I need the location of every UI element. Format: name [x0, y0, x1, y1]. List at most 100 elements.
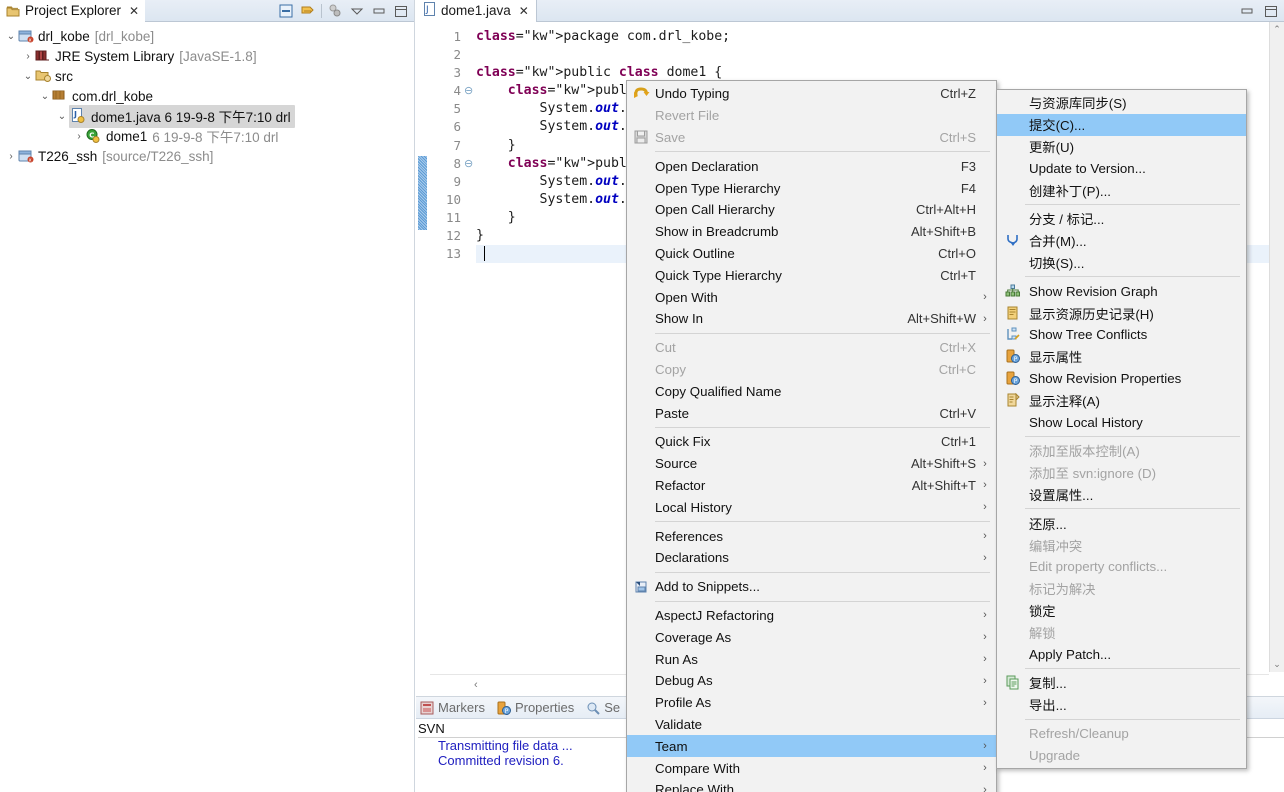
expand-arrow-down-icon[interactable]: ⌄ — [38, 91, 52, 102]
team-item-a[interactable]: 显示注释(A) — [997, 389, 1246, 411]
tab-properties[interactable]: P Properties — [497, 700, 574, 715]
menu-item-accelerator: Ctrl+X — [939, 340, 976, 356]
menu-item-accelerator: Ctrl+V — [939, 405, 976, 421]
menu-item-open-call-hierarchy[interactable]: Open Call Hierarchy Ctrl+Alt+H — [627, 199, 996, 221]
maximize-icon[interactable] — [392, 2, 410, 20]
menu-item-validate[interactable]: Validate — [627, 714, 996, 736]
menu-item-debug-as[interactable]: Debug As › — [627, 670, 996, 692]
menu-item-refactor[interactable]: Refactor Alt+Shift+T › — [627, 475, 996, 497]
menu-item-declarations[interactable]: Declarations › — [627, 547, 996, 569]
tab-markers[interactable]: Markers — [420, 700, 485, 715]
team-item-h[interactable]: 显示资源历史记录(H) — [997, 302, 1246, 324]
menu-item-local-history[interactable]: Local History › — [627, 496, 996, 518]
fold-toggle-icon[interactable]: ⊖ — [464, 155, 476, 173]
java-file-icon: J — [71, 107, 87, 124]
menu-item-run-as[interactable]: Run As › — [627, 648, 996, 670]
menu-item-undo-typing[interactable]: Undo Typing Ctrl+Z — [627, 83, 996, 105]
menu-item-label: Add to Snippets... — [655, 579, 760, 595]
menu-item-coverage-as[interactable]: Coverage As › — [627, 626, 996, 648]
menu-item-compare-with[interactable]: Compare With › — [627, 757, 996, 779]
expand-arrow-right-icon[interactable]: › — [4, 151, 18, 162]
view-menu-icon[interactable] — [348, 2, 366, 20]
menu-item-open-declaration[interactable]: Open Declaration F3 — [627, 155, 996, 177]
team-item-item-e91i[interactable]: 还原... — [997, 512, 1246, 534]
fold-column[interactable]: ⊖ ⊖ — [464, 22, 476, 672]
tab-dome1-java[interactable]: J dome1.java ✕ — [416, 0, 537, 22]
menu-item-copy-qualified-name[interactable]: Copy Qualified Name — [627, 380, 996, 402]
fold-empty — [464, 100, 476, 118]
menu-item-open-type-hierarchy[interactable]: Open Type Hierarchy F4 — [627, 177, 996, 199]
scroll-up-icon[interactable]: ⌃ — [1270, 22, 1284, 37]
menu-item-quick-outline[interactable]: Quick Outline Ctrl+O — [627, 243, 996, 265]
team-item-show-tree-conflicts[interactable]: Show Tree Conflicts — [997, 324, 1246, 346]
menu-item-label: 添加至版本控制(A) — [1029, 444, 1140, 460]
menu-item-quick-fix[interactable]: Quick Fix Ctrl+1 — [627, 431, 996, 453]
menu-item-label: Undo Typing — [655, 86, 730, 102]
scroll-left-icon[interactable]: ‹ — [474, 679, 478, 691]
tree-item-src[interactable]: ⌄ src — [0, 66, 414, 86]
team-item-m[interactable]: 合并(M)... — [997, 230, 1246, 252]
menu-item-show-in-breadcrumb[interactable]: Show in Breadcrumb Alt+Shift+B — [627, 221, 996, 243]
package-icon — [52, 88, 68, 104]
team-item-show-revision-graph[interactable]: Show Revision Graph — [997, 280, 1246, 302]
team-item-item-6sph[interactable]: 分支 / 标记... — [997, 208, 1246, 230]
team-item-show-revision-properties[interactable]: P Show Revision Properties — [997, 368, 1246, 390]
menu-item-label: 合并(M)... — [1029, 234, 1087, 250]
menu-item-paste[interactable]: Paste Ctrl+V — [627, 402, 996, 424]
tree-item-com.drl_kobe[interactable]: ⌄ com.drl_kobe — [0, 86, 414, 106]
menu-item-label: Profile As — [655, 695, 712, 711]
tab-project-explorer[interactable]: Project Explorer ✕ — [0, 0, 146, 22]
tree-item-t226_ssh[interactable]: › x T226_ssh [source/T226_ssh] — [0, 146, 414, 166]
team-item-item-slyq[interactable]: 导出... — [997, 694, 1246, 716]
expand-arrow-down-icon[interactable]: ⌄ — [21, 71, 35, 82]
team-item-s[interactable]: 与资源库同步(S) — [997, 92, 1246, 114]
tree-item-jre[interactable]: › JRE System Library [JavaSE-1.8] — [0, 46, 414, 66]
menu-item-open-with[interactable]: Open With › — [627, 286, 996, 308]
view-menu-filters-icon[interactable] — [326, 2, 344, 20]
editor-context-menu[interactable]: Undo Typing Ctrl+Z Revert File Save Ctrl+S Op… — [626, 80, 997, 792]
team-submenu[interactable]: 与资源库同步(S) 提交(C)... 更新(U) Update to Version.… — [996, 89, 1247, 770]
team-item-s[interactable]: 切换(S)... — [997, 252, 1246, 274]
team-item-show-local-history[interactable]: Show Local History — [997, 411, 1246, 433]
expand-arrow-right-icon[interactable]: › — [21, 51, 35, 62]
team-item-c[interactable]: 提交(C)... — [997, 113, 1246, 136]
expand-arrow-down-icon[interactable]: ⌄ — [55, 111, 69, 122]
team-item-apply-patch[interactable]: Apply Patch... — [997, 643, 1246, 665]
tree-item-content: src — [35, 68, 73, 84]
menu-item-references[interactable]: References › — [627, 525, 996, 547]
expand-arrow-right-icon[interactable]: › — [72, 131, 86, 142]
menu-item-quick-type-hierarchy[interactable]: Quick Type Hierarchy Ctrl+T — [627, 264, 996, 286]
menu-item-replace-with[interactable]: Replace With › — [627, 779, 996, 792]
menu-item-profile-as[interactable]: Profile As › — [627, 692, 996, 714]
collapse-all-icon[interactable] — [277, 2, 295, 20]
minimize-icon[interactable] — [1239, 3, 1255, 22]
save-icon — [627, 130, 655, 144]
minimize-icon[interactable] — [370, 2, 388, 20]
team-item-u[interactable]: 更新(U) — [997, 136, 1246, 158]
menu-item-add-to-snippets[interactable]: Add to Snippets... — [627, 576, 996, 598]
menu-item-show-in[interactable]: Show In Alt+Shift+W › — [627, 308, 996, 330]
maximize-icon[interactable] — [1263, 3, 1279, 22]
fold-toggle-icon[interactable]: ⊖ — [464, 82, 476, 100]
link-with-editor-icon[interactable] — [299, 2, 317, 20]
tab-se[interactable]: Se — [586, 700, 620, 715]
team-item-item-v789[interactable]: 复制... — [997, 672, 1246, 694]
team-item-item-v5c8[interactable]: P 显示属性 — [997, 346, 1246, 368]
team-item-update-to-version[interactable]: Update to Version... — [997, 157, 1246, 179]
close-icon[interactable]: ✕ — [129, 4, 139, 18]
tree-item-drl_kobe[interactable]: ⌄ x drl_kobe [drl_kobe] — [0, 26, 414, 46]
menu-item-team[interactable]: Team › — [627, 735, 996, 758]
tree-item-dome1[interactable]: › Cdome1 6 19-9-8 下午7:10 drl — [0, 126, 414, 146]
tree-item-dome1.java[interactable]: ⌄ Jdome1.java 6 19-9-8 下午7:10 drl — [0, 104, 414, 128]
menu-item-label: Source — [655, 456, 698, 472]
expand-arrow-down-icon[interactable]: ⌄ — [4, 31, 18, 42]
menu-item-aspectj-refactoring[interactable]: AspectJ Refactoring › — [627, 605, 996, 627]
team-item-item-8sy1[interactable]: 设置属性... — [997, 484, 1246, 506]
team-item-item-orxf[interactable]: 锁定 — [997, 600, 1246, 622]
team-item-p[interactable]: 创建补丁(P)... — [997, 179, 1246, 201]
menu-item-label: References — [655, 528, 723, 544]
menu-item-source[interactable]: Source Alt+Shift+S › — [627, 453, 996, 475]
scroll-down-icon[interactable]: ⌄ — [1270, 657, 1284, 672]
editor-vertical-scrollbar[interactable]: ⌃ ⌄ — [1269, 22, 1284, 672]
close-icon[interactable]: ✕ — [519, 4, 529, 18]
